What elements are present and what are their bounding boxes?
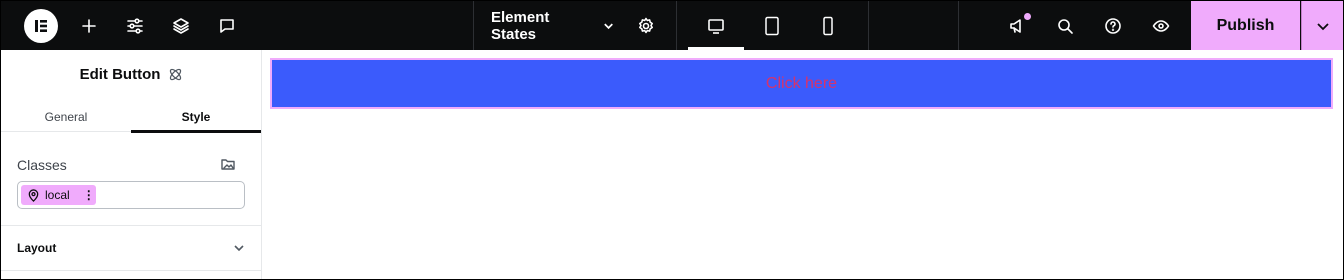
device-tablet-button[interactable] <box>744 1 800 50</box>
add-element-button[interactable] <box>71 1 107 50</box>
megaphone-icon <box>1010 18 1021 33</box>
panel-title: Edit Button <box>79 65 161 83</box>
publish-options-button[interactable] <box>1301 1 1343 50</box>
panel-header: Edit Button <box>1 64 262 84</box>
chevron-down-icon <box>604 23 613 29</box>
divider <box>1 270 262 271</box>
comment-icon <box>220 18 234 33</box>
document-title-dropdown[interactable]: Element States <box>491 1 615 50</box>
editor-panel: Edit Button General Style Classes local … <box>1 50 262 279</box>
search-icon <box>1058 18 1073 34</box>
device-mobile-button[interactable] <box>800 1 856 50</box>
eye-icon <box>1152 19 1170 32</box>
preview-canvas: Click here <box>263 50 1343 279</box>
tab-general[interactable]: General <box>1 102 131 132</box>
search-button[interactable] <box>1047 1 1083 50</box>
editor-window: Element States Publish Edit Button Gener… <box>1 1 1343 279</box>
divider <box>473 1 474 50</box>
atom-icon[interactable] <box>168 67 183 82</box>
button-widget[interactable]: Click here <box>270 58 1333 109</box>
structure-button[interactable] <box>163 1 199 50</box>
publish-button[interactable]: Publish <box>1191 1 1300 50</box>
elementor-menu-button[interactable] <box>20 1 62 50</box>
chevron-down-icon <box>234 245 244 252</box>
section-title: Layout <box>17 241 57 255</box>
help-button[interactable] <box>1095 1 1131 50</box>
top-bar: Element States Publish <box>1 1 1343 50</box>
classes-label: Classes <box>17 157 67 173</box>
mobile-icon <box>823 16 833 35</box>
site-settings-button[interactable] <box>117 1 153 50</box>
tablet-icon <box>765 16 779 35</box>
divider <box>868 1 869 50</box>
sliders-icon <box>127 17 143 34</box>
classes-input[interactable]: local ⋮ <box>17 181 245 209</box>
divider <box>676 1 677 50</box>
layers-icon <box>173 17 189 34</box>
elementor-logo-icon <box>24 8 58 43</box>
tab-style[interactable]: Style <box>131 102 261 133</box>
desktop-icon <box>708 18 724 34</box>
notification-dot <box>1024 13 1031 20</box>
plus-icon <box>82 18 96 33</box>
document-title: Element States <box>491 8 550 43</box>
panel-tabs: General Style <box>1 102 262 133</box>
document-settings-button[interactable] <box>628 1 664 50</box>
section-layout[interactable]: Layout <box>1 226 262 270</box>
class-chip[interactable]: local ⋮ <box>21 185 96 205</box>
image-folder-icon <box>221 159 235 170</box>
help-icon <box>1105 17 1121 34</box>
divider <box>958 1 959 50</box>
gear-icon <box>639 17 653 33</box>
preview-button[interactable] <box>1143 1 1179 50</box>
class-chip-label: local <box>45 188 70 202</box>
map-pin-icon <box>28 188 39 202</box>
chevron-down-icon <box>1316 22 1329 30</box>
chip-more-icon[interactable]: ⋮ <box>83 189 95 201</box>
device-desktop-button[interactable] <box>688 1 744 50</box>
comments-button[interactable] <box>209 1 245 50</box>
notifications-button[interactable] <box>999 1 1035 50</box>
classes-manager-button[interactable] <box>220 156 238 174</box>
